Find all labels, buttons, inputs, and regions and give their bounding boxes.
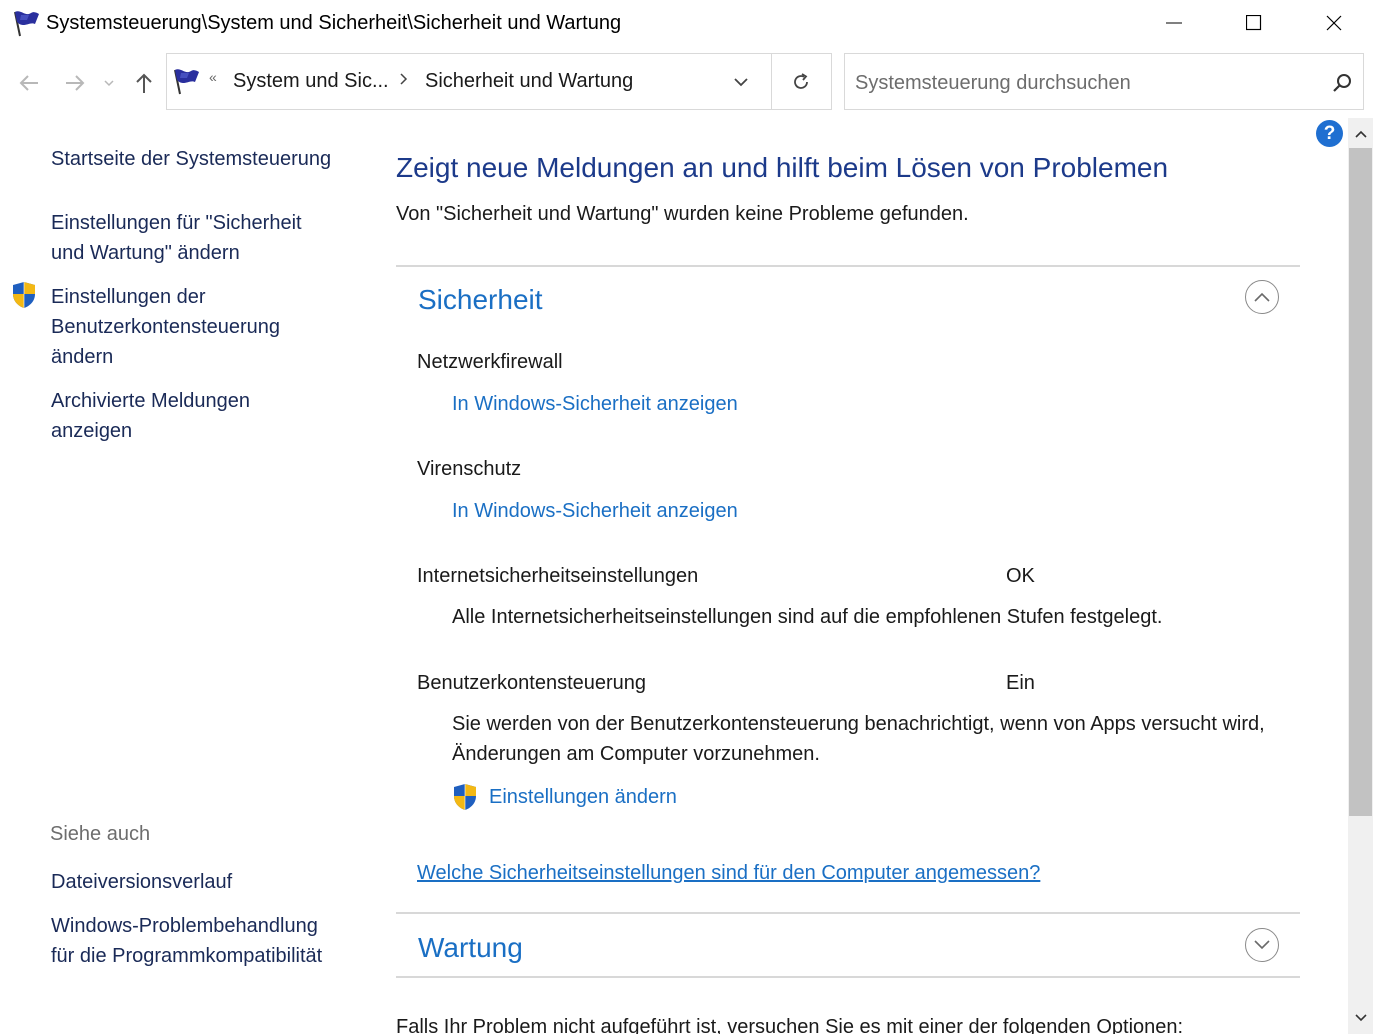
page-title: Zeigt neue Meldungen an und hilft beim L…: [396, 152, 1169, 183]
forward-button[interactable]: [58, 66, 92, 100]
sidebar-link-uac-settings[interactable]: Einstellungen der Benutzerkontensteuerun…: [51, 282, 311, 372]
minimize-icon: [1166, 22, 1182, 24]
chevron-down-icon: [1354, 1014, 1367, 1022]
arrow-right-icon: [66, 75, 85, 91]
search-box[interactable]: [844, 53, 1364, 110]
chevron-up-icon: [1354, 130, 1367, 138]
help-button[interactable]: ?: [1316, 120, 1343, 147]
scroll-up-button[interactable]: [1348, 122, 1373, 146]
address-bar[interactable]: « System und Sic... Sicherheit und Wartu…: [166, 53, 832, 110]
section-divider: [396, 976, 1300, 978]
uac-status: Ein: [1006, 672, 1035, 694]
address-history-button[interactable]: [727, 68, 755, 96]
maintenance-expand-button[interactable]: [1245, 928, 1279, 962]
uac-description: Sie werden von der Benutzerkontensteueru…: [452, 713, 1265, 765]
search-input[interactable]: [855, 70, 1315, 96]
recent-locations-button[interactable]: [94, 66, 124, 100]
security-section-heading[interactable]: Sicherheit: [418, 284, 543, 316]
uac-shield-icon: [13, 282, 35, 308]
maintenance-section-heading[interactable]: Wartung: [418, 932, 523, 964]
close-button[interactable]: [1294, 0, 1373, 46]
minimize-button[interactable]: [1134, 0, 1214, 46]
back-button[interactable]: [12, 66, 46, 100]
scroll-down-button[interactable]: [1348, 1006, 1373, 1030]
antivirus-label: Virenschutz: [417, 458, 522, 480]
sidebar-link-control-panel-home[interactable]: Startseite der Systemsteuerung: [51, 144, 351, 174]
window-title: Systemsteuerung\System und Sicherheit\Si…: [46, 12, 622, 34]
refresh-icon: [794, 73, 808, 89]
maximize-icon: [1246, 15, 1262, 31]
refresh-button[interactable]: [781, 66, 821, 98]
overflow-chevron-icon[interactable]: «: [209, 69, 217, 85]
internet-security-label: Internetsicherheitseinstellungen: [417, 565, 699, 587]
see-also-heading: Siehe auch: [50, 823, 151, 845]
section-divider: [396, 265, 1300, 267]
search-icon[interactable]: [1331, 72, 1353, 94]
chevron-down-icon: [104, 80, 114, 87]
breadcrumb-system-security[interactable]: System und Sic...: [233, 70, 389, 93]
firewall-label: Netzwerkfirewall: [417, 351, 563, 373]
close-icon: [1326, 15, 1342, 31]
security-settings-question-link[interactable]: Welche Sicherheitseinstellungen sind für…: [417, 862, 1040, 885]
sidebar-link-archived-messages[interactable]: Archivierte Meldungen anzeigen: [51, 386, 291, 446]
uac-change-settings-link[interactable]: Einstellungen ändern: [489, 786, 677, 809]
maximize-button[interactable]: [1214, 0, 1294, 46]
sidebar-link-change-settings[interactable]: Einstellungen für "Sicherheit und Wartun…: [51, 208, 331, 268]
chevron-down-icon: [1254, 940, 1270, 950]
address-divider: [771, 54, 772, 109]
uac-shield-icon: [454, 784, 476, 810]
security-collapse-button[interactable]: [1245, 280, 1279, 314]
breadcrumb-separator-icon[interactable]: [399, 72, 409, 86]
breadcrumb-security-maintenance[interactable]: Sicherheit und Wartung: [425, 70, 633, 93]
control-panel-flag-icon: [174, 69, 199, 95]
uac-label: Benutzerkontensteuerung: [417, 672, 647, 694]
footer-text: Falls Ihr Problem nicht aufgeführt ist, …: [396, 1016, 1184, 1034]
title-bar: Systemsteuerung\System und Sicherheit\Si…: [0, 0, 1373, 48]
arrow-up-icon: [136, 73, 152, 93]
arrow-left-icon: [19, 75, 38, 91]
internet-security-description: Alle Internetsicherheitseinstellungen si…: [452, 606, 1163, 628]
scroll-thumb[interactable]: [1349, 148, 1372, 816]
firewall-view-link[interactable]: In Windows-Sicherheit anzeigen: [452, 393, 738, 416]
chevron-down-icon: [734, 78, 748, 87]
vertical-scrollbar[interactable]: [1348, 118, 1373, 1034]
sidebar-link-file-history[interactable]: Dateiversionsverlauf: [51, 867, 341, 897]
section-divider: [396, 912, 1300, 914]
chevron-up-icon: [1254, 292, 1270, 302]
up-button[interactable]: [127, 66, 161, 100]
page-subtitle: Von "Sicherheit und Wartung" wurden kein…: [396, 203, 969, 225]
sidebar-link-compatibility-troubleshooter[interactable]: Windows-Problembehandlung für die Progra…: [51, 911, 341, 971]
antivirus-view-link[interactable]: In Windows-Sicherheit anzeigen: [452, 500, 738, 523]
control-panel-flag-icon: [14, 11, 39, 37]
internet-security-status: OK: [1006, 565, 1035, 587]
